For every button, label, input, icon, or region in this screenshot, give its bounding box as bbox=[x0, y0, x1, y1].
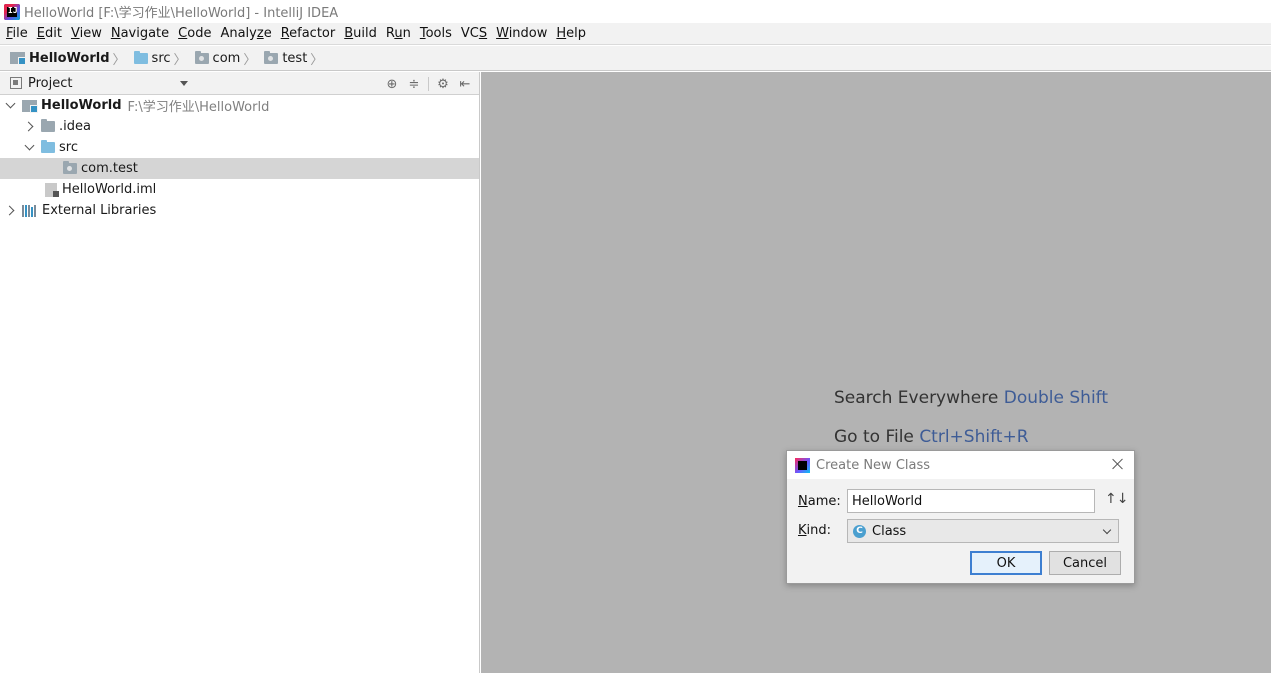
menu-item-analyze[interactable]: Analyze bbox=[220, 26, 271, 41]
tree-item-external-libraries[interactable]: External Libraries bbox=[0, 200, 479, 221]
menu-bar: File Edit View Navigate Code Analyze Refactor B… bbox=[0, 23, 1271, 45]
hint-shortcut: Ctrl+Shift+R bbox=[919, 427, 1029, 447]
menu-item-build[interactable]: Build bbox=[344, 26, 377, 41]
project-tool-window: Project ⊕ ≑ ⚙ ⇤ HelloWorld F:\学习作业\Hello… bbox=[0, 72, 480, 673]
ok-button[interactable]: OK bbox=[970, 551, 1042, 575]
tree-item-label: HelloWorld bbox=[41, 98, 122, 113]
hint-search-everywhere: Search Everywhere Double Shift bbox=[834, 388, 1108, 408]
tree-item-label: HelloWorld.iml bbox=[62, 182, 157, 197]
package-icon bbox=[194, 50, 209, 64]
tree-item-idea[interactable]: .idea bbox=[0, 116, 479, 137]
class-name-input[interactable] bbox=[847, 489, 1095, 513]
dialog-title: Create New Class bbox=[816, 457, 931, 473]
tree-item-helloworld-iml[interactable]: HelloWorld.iml bbox=[0, 179, 479, 200]
iml-file-icon bbox=[45, 182, 59, 197]
menu-item-view[interactable]: View bbox=[71, 26, 102, 41]
breadcrumb-label: com bbox=[212, 50, 241, 66]
kind-label: Kind: bbox=[798, 523, 832, 538]
breadcrumb-test[interactable]: test 〉 bbox=[264, 49, 327, 68]
menu-item-window[interactable]: Window bbox=[496, 26, 547, 41]
kind-dropdown[interactable]: C Class bbox=[847, 519, 1119, 543]
breadcrumb-com[interactable]: com 〉 bbox=[194, 49, 261, 68]
breadcrumb-label: src bbox=[151, 50, 171, 66]
menu-item-navigate[interactable]: Navigate bbox=[111, 26, 169, 41]
cancel-button[interactable]: Cancel bbox=[1049, 551, 1121, 575]
tree-item-src[interactable]: src bbox=[0, 137, 479, 158]
tree-item-label: .idea bbox=[59, 119, 91, 134]
tree-item-label: src bbox=[59, 140, 78, 155]
breadcrumb-label: HelloWorld bbox=[29, 50, 110, 66]
folder-icon bbox=[41, 119, 55, 132]
breadcrumb-label: test bbox=[282, 50, 308, 66]
breadcrumb-separator-icon: 〉 bbox=[112, 52, 126, 68]
collapse-all-icon[interactable]: ≑ bbox=[406, 76, 422, 92]
hint-shortcut: Double Shift bbox=[1003, 388, 1109, 408]
name-label: Name: bbox=[798, 494, 841, 509]
hint-text: Go to File bbox=[834, 427, 914, 447]
project-toolbar: ⊕ ≑ ⚙ ⇤ bbox=[378, 76, 473, 92]
class-icon: C bbox=[853, 524, 866, 538]
menu-item-edit[interactable]: Edit bbox=[37, 26, 62, 41]
locate-target-icon[interactable]: ⊕ bbox=[384, 76, 400, 92]
menu-item-code[interactable]: Code bbox=[178, 26, 211, 41]
chevron-down-icon[interactable] bbox=[4, 100, 16, 112]
menu-item-vcs[interactable]: VCS bbox=[461, 26, 487, 41]
hint-text: Search Everywhere bbox=[834, 388, 999, 408]
window-title: HelloWorld [F:\学习作业\HelloWorld] - Intell… bbox=[24, 6, 339, 21]
menu-item-file[interactable]: File bbox=[6, 26, 28, 41]
navigation-bar: HelloWorld 〉 src 〉 com 〉 test 〉 bbox=[0, 46, 1271, 71]
gear-icon[interactable]: ⚙ bbox=[435, 76, 451, 92]
intellij-app-icon bbox=[795, 457, 810, 473]
package-icon bbox=[63, 161, 77, 174]
breadcrumb-separator-icon: 〉 bbox=[173, 52, 187, 68]
dialog-titlebar[interactable]: Create New Class bbox=[787, 451, 1134, 479]
project-view-icon bbox=[10, 77, 22, 89]
package-icon bbox=[264, 50, 279, 64]
chevron-right-icon[interactable] bbox=[4, 205, 16, 217]
menu-item-help[interactable]: Help bbox=[556, 26, 586, 41]
module-icon bbox=[22, 99, 38, 113]
close-icon[interactable] bbox=[1110, 456, 1126, 472]
create-new-class-dialog: Create New Class Name: ↑↓ Kind: C Class … bbox=[786, 450, 1135, 584]
tree-item-helloworld[interactable]: HelloWorld F:\学习作业\HelloWorld bbox=[0, 95, 479, 116]
menu-item-refactor[interactable]: Refactor bbox=[281, 26, 336, 41]
breadcrumb-separator-icon: 〉 bbox=[243, 52, 257, 68]
breadcrumb-src[interactable]: src 〉 bbox=[133, 49, 191, 68]
source-folder-icon bbox=[41, 140, 55, 153]
window-titlebar: IJ HelloWorld [F:\学习作业\HelloWorld] - Int… bbox=[0, 0, 1271, 23]
chevron-right-icon[interactable] bbox=[23, 121, 35, 133]
sort-icon[interactable]: ↑↓ bbox=[1105, 491, 1128, 507]
source-folder-icon bbox=[133, 50, 148, 64]
kind-selected-value: Class bbox=[872, 523, 907, 539]
menu-item-tools[interactable]: Tools bbox=[420, 26, 452, 41]
tree-item-label: com.test bbox=[81, 161, 138, 176]
tree-item-com-test[interactable]: com.test bbox=[0, 158, 479, 179]
tree-item-label: External Libraries bbox=[42, 203, 157, 218]
chevron-down-icon bbox=[1102, 525, 1112, 535]
chevron-down-icon[interactable] bbox=[23, 142, 35, 154]
hide-panel-icon[interactable]: ⇤ bbox=[457, 76, 473, 92]
hint-go-to-file: Go to File Ctrl+Shift+R bbox=[834, 427, 1029, 447]
tree-item-path: F:\学习作业\HelloWorld bbox=[127, 100, 270, 115]
module-icon bbox=[10, 52, 26, 65]
toolbar-divider bbox=[428, 77, 429, 91]
project-view-selector[interactable]: Project bbox=[28, 76, 72, 91]
breadcrumb-helloworld[interactable]: HelloWorld 〉 bbox=[10, 49, 130, 68]
library-icon bbox=[22, 204, 37, 217]
chevron-down-icon[interactable] bbox=[180, 81, 188, 86]
intellij-app-icon: IJ bbox=[4, 3, 20, 20]
menu-item-run[interactable]: Run bbox=[386, 26, 411, 41]
project-panel-header: Project ⊕ ≑ ⚙ ⇤ bbox=[0, 72, 479, 95]
breadcrumb-separator-icon: 〉 bbox=[310, 52, 324, 68]
